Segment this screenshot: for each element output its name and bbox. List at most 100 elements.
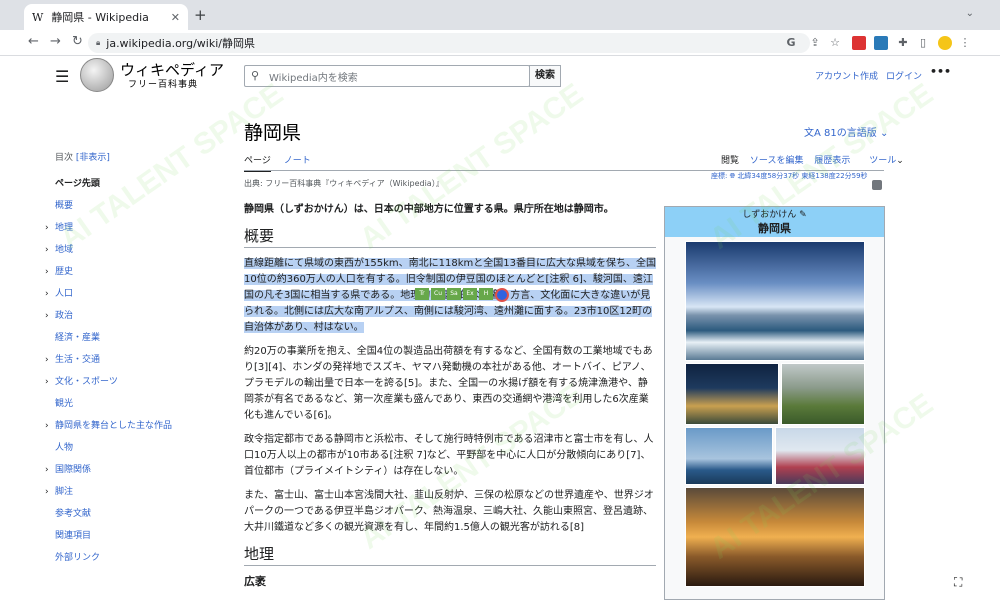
bookmark-star-icon[interactable]: ☆	[828, 36, 842, 50]
tab-title: 静岡県 - Wikipedia	[51, 11, 149, 24]
toc-item[interactable]: › 人口	[45, 283, 235, 305]
chevron-right-icon[interactable]: ›	[45, 349, 49, 371]
paragraph-4[interactable]: また、富士山、富士山本宮浅間大社、韮山反射炉、三保の松原などの世界遺産や、世界ジ…	[244, 488, 656, 536]
share-icon[interactable]: ⇪	[808, 36, 822, 50]
toc-item[interactable]: › 地理	[45, 217, 235, 239]
chevron-right-icon[interactable]: ›	[45, 415, 49, 437]
popover-btn-4[interactable]: H	[479, 288, 493, 300]
chevron-right-icon[interactable]: ›	[45, 239, 49, 261]
toc-item[interactable]: 経済・産業	[55, 327, 235, 349]
toc-item[interactable]: › 静岡県を舞台とした主な作品	[45, 415, 235, 437]
intro-paragraph: 静岡県（しずおかけん）は、日本の中部地方に位置する県。県庁所在地は静岡市。	[244, 202, 656, 218]
url-field[interactable]: 🔒︎ ja.wikipedia.org/wiki/静岡県	[88, 33, 810, 53]
popover-btn-0[interactable]: Tr	[415, 288, 429, 300]
toc-item[interactable]: 観光	[55, 393, 235, 415]
toc-item[interactable]: 外部リンク	[55, 547, 235, 569]
coords-value: 北緯34度58分37秒 東経138度22分59秒	[737, 172, 868, 180]
mount-fuji-image[interactable]	[685, 241, 865, 361]
toc-item[interactable]: 関連項目	[55, 525, 235, 547]
popover-extension-icon[interactable]	[495, 288, 509, 302]
heading-overview: 概要	[244, 228, 656, 248]
chevron-right-icon[interactable]: ›	[45, 283, 49, 305]
toc-item-label: 地理	[55, 223, 74, 233]
toc-item[interactable]: › 政治	[45, 305, 235, 327]
popover-btn-1[interactable]: Cu	[431, 288, 445, 300]
forward-icon[interactable]: →	[50, 35, 61, 49]
tab-edit-source[interactable]: ソースを編集	[750, 156, 804, 166]
pencil-icon[interactable]: ✎	[799, 210, 807, 220]
profile-avatar[interactable]	[938, 36, 952, 50]
paragraph-3[interactable]: 政令指定都市である静岡市と浜松市、そして施行時特例市である沼津市と富士市を有し、…	[244, 432, 656, 480]
globe-icon: 🌐︎	[729, 172, 736, 180]
toc-item-label: 経済・産業	[55, 333, 101, 343]
wikipedia-header: ☰ ウィキペディア フリー百科事典 ⚲ Wikipedia内を検索 検索 アカウ…	[0, 56, 1000, 96]
tab-read[interactable]: 閲覧	[721, 156, 739, 166]
translation-popover: Tr Cu Sa Ex H	[415, 288, 509, 302]
browser-menu-icon[interactable]: ⋮	[958, 36, 972, 50]
toc-item[interactable]: 人物	[55, 437, 235, 459]
more-options-icon[interactable]: •••	[930, 65, 951, 78]
fullscreen-icon[interactable]: ⛶	[954, 575, 962, 590]
toc-item[interactable]: › 文化・スポーツ	[45, 371, 235, 393]
city-night-image[interactable]	[685, 363, 779, 425]
chevron-right-icon[interactable]: ›	[45, 217, 49, 239]
coast-image[interactable]	[685, 427, 773, 485]
sunset-bridge-image[interactable]	[685, 487, 865, 587]
login-link[interactable]: ログイン	[886, 69, 922, 82]
popover-btn-3[interactable]: Ex	[463, 288, 477, 300]
source-line: 出典: フリー百科事典『ウィキペディア（Wikipedia）』	[244, 179, 444, 188]
paragraph-2[interactable]: 約20万の事業所を抱え、全国4位の製造品出荷額を有するなど、全国有数の工業地域で…	[244, 344, 656, 424]
search-placeholder: Wikipedia内を検索	[269, 72, 358, 84]
toc-item[interactable]: › 地域	[45, 239, 235, 261]
coordinates[interactable]: 座標: 🌐︎ 北緯34度58分37秒 東経138度22分59秒	[711, 171, 868, 181]
chevron-right-icon[interactable]: ›	[45, 305, 49, 327]
google-icon[interactable]: G	[784, 36, 798, 50]
toc-item[interactable]: ページ先頭	[55, 173, 235, 195]
create-account-link[interactable]: アカウント作成	[815, 69, 878, 82]
close-tab-icon[interactable]: ✕	[171, 11, 180, 24]
popover-btn-2[interactable]: Sa	[447, 288, 461, 300]
edit-icon[interactable]	[872, 180, 882, 190]
extension-red-icon[interactable]	[852, 36, 866, 50]
toc-item[interactable]: › 歴史	[45, 261, 235, 283]
tab-search-chevron-icon[interactable]: ⌄	[966, 8, 974, 19]
kite-festival-image[interactable]	[775, 427, 865, 485]
chevron-right-icon[interactable]: ›	[45, 481, 49, 503]
toc-hide-link[interactable]: [非表示]	[76, 153, 110, 163]
toc-item[interactable]: › 生活・交通	[45, 349, 235, 371]
infobox: しずおかけん ✎ 静岡県	[664, 206, 885, 600]
toc-item[interactable]: 概要	[55, 195, 235, 217]
view-tabs: 閲覧 ソースを編集 履歴表示 ツール⌄	[713, 153, 904, 166]
back-icon[interactable]: ←	[28, 35, 39, 49]
browser-tab[interactable]: W 静岡県 - Wikipedia ✕	[24, 4, 188, 30]
extension-blue-icon[interactable]	[874, 36, 888, 50]
extensions-puzzle-icon[interactable]: ✚	[896, 36, 910, 50]
toc-label: 目次	[55, 153, 74, 163]
lock-icon[interactable]: 🔒︎	[96, 38, 100, 48]
toc-header: 目次 [非表示]	[55, 150, 235, 163]
toc-item[interactable]: › 国際関係	[45, 459, 235, 481]
language-count: 81の言語版	[824, 128, 877, 139]
wikipedia-globe-logo[interactable]	[80, 58, 114, 92]
chevron-right-icon[interactable]: ›	[45, 371, 49, 393]
tab-history[interactable]: 履歴表示	[814, 156, 850, 166]
toc-item-label: 脚注	[55, 487, 74, 497]
toc-item-label: 地域	[55, 245, 74, 255]
toc-item-label: 生活・交通	[55, 355, 101, 365]
chevron-right-icon[interactable]: ›	[45, 261, 49, 283]
toc-item-label: 観光	[55, 399, 74, 409]
tab-tools[interactable]: ツール⌄	[861, 156, 904, 166]
toc-item-label: 人物	[55, 443, 74, 453]
chevron-right-icon[interactable]: ›	[45, 459, 49, 481]
steam-train-image[interactable]	[781, 363, 865, 425]
language-button[interactable]: 文A 81の言語版 ⌄	[804, 124, 888, 139]
tab-note[interactable]: ノート	[284, 156, 311, 166]
toc-item[interactable]: 参考文献	[55, 503, 235, 525]
side-panel-icon[interactable]: ▯	[916, 36, 930, 50]
toc-item[interactable]: › 脚注	[45, 481, 235, 503]
reload-icon[interactable]: ↻	[72, 35, 83, 49]
main-menu-icon[interactable]: ☰	[55, 67, 69, 86]
search-input[interactable]: ⚲ Wikipedia内を検索	[244, 65, 530, 87]
search-button[interactable]: 検索	[529, 65, 561, 87]
new-tab-icon[interactable]: +	[194, 6, 207, 24]
